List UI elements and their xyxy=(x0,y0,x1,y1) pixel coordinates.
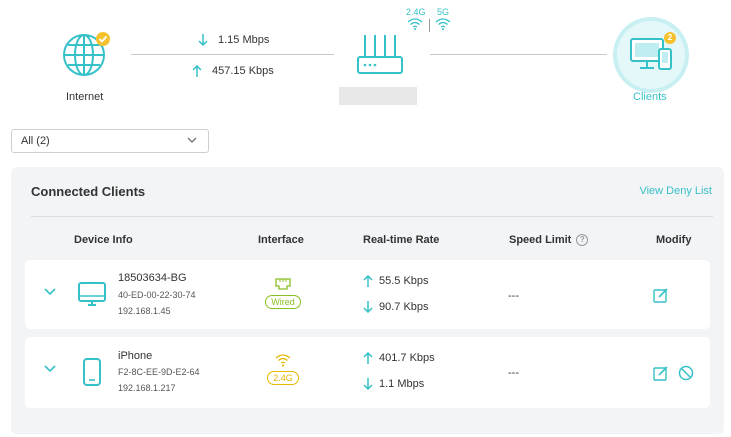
phone-icon xyxy=(83,358,101,386)
block-icon[interactable] xyxy=(678,365,694,381)
panel-title: Connected Clients xyxy=(31,184,146,199)
client-filter-value: All (2) xyxy=(21,135,50,147)
device-mac: 40-ED-00-22-30-74 xyxy=(118,290,196,300)
download-rate: 1.1 Mbps xyxy=(363,378,424,390)
internet-label: Internet xyxy=(66,91,104,103)
client-row: iPhone F2-8C-EE-9D-E2-64 192.168.1.217 2… xyxy=(25,337,710,408)
chevron-down-icon[interactable] xyxy=(44,365,56,373)
wifi-24-icon xyxy=(407,18,423,30)
header-speed-limit-label: Speed Limit xyxy=(509,234,572,246)
client-filter-select[interactable]: All (2) xyxy=(11,129,209,153)
router-icon xyxy=(357,35,403,74)
ethernet-icon xyxy=(275,278,291,290)
globe-icon xyxy=(63,32,110,76)
wan-line xyxy=(131,54,334,55)
upload-rate: 55.5 Kbps xyxy=(363,275,429,287)
upload-rate: 401.7 Kbps xyxy=(363,352,435,364)
download-rate: 1.15 Mbps xyxy=(198,34,269,46)
chevron-down-icon[interactable] xyxy=(44,288,56,296)
interface-wired: Wired xyxy=(265,277,301,309)
download-rate-value: 90.7 Kbps xyxy=(379,301,429,313)
wifi-icon xyxy=(275,354,291,367)
header-device-info: Device Info xyxy=(74,234,133,246)
lan-line xyxy=(430,54,607,55)
arrow-down-icon xyxy=(363,301,373,313)
router-name-redacted xyxy=(339,87,417,105)
download-rate-value: 1.1 Mbps xyxy=(379,378,425,390)
upload-rate-value: 401.7 Kbps xyxy=(379,352,435,364)
edit-icon[interactable] xyxy=(653,365,669,381)
header-interface: Interface xyxy=(258,234,304,246)
speed-limit-value: --- xyxy=(508,367,519,379)
router-node[interactable] xyxy=(355,33,405,77)
upload-rate-value: 457.15 Kbps xyxy=(212,65,274,77)
download-rate-value: 1.15 Mbps xyxy=(218,34,270,46)
view-deny-list-link[interactable]: View Deny List xyxy=(639,185,712,197)
speed-limit-value: --- xyxy=(508,290,519,302)
monitor-icon xyxy=(78,282,106,306)
header-rate: Real-time Rate xyxy=(363,234,440,246)
edit-icon[interactable] xyxy=(653,287,669,303)
header-modify: Modify xyxy=(656,234,692,246)
interface-badge: 2.4G xyxy=(267,371,299,385)
device-ip: 192.168.1.45 xyxy=(118,306,171,316)
arrow-down-icon xyxy=(363,378,373,390)
interface-24g: 2.4G xyxy=(265,354,301,385)
band-divider xyxy=(429,19,430,32)
arrow-up-icon xyxy=(363,352,373,364)
clients-label: Clients xyxy=(633,91,667,103)
upload-rate: 457.15 Kbps xyxy=(192,65,274,77)
arrow-down-icon xyxy=(198,34,208,46)
wifi-5-icon xyxy=(435,18,451,30)
interface-badge: Wired xyxy=(265,295,301,309)
clients-count-badge: 2 xyxy=(664,32,676,44)
download-rate: 90.7 Kbps xyxy=(363,301,429,313)
device-name: 18503634-BG xyxy=(118,272,187,284)
upload-rate-value: 55.5 Kbps xyxy=(379,275,429,287)
arrow-up-icon xyxy=(363,275,373,287)
device-mac: F2-8C-EE-9D-E2-64 xyxy=(118,367,200,377)
arrow-up-icon xyxy=(192,65,202,77)
device-ip: 192.168.1.217 xyxy=(118,383,176,393)
clients-node[interactable] xyxy=(617,21,685,89)
panel-divider xyxy=(31,216,713,217)
client-row: 18503634-BG 40-ED-00-22-30-74 192.168.1.… xyxy=(25,260,710,329)
band-5-label: 5G xyxy=(437,7,450,17)
chevron-down-icon xyxy=(187,137,197,143)
help-icon[interactable]: ? xyxy=(576,234,589,246)
band-24-label: 2.4G xyxy=(406,7,426,17)
device-name: iPhone xyxy=(118,350,153,362)
connected-clients-panel: Connected Clients View Deny List Device … xyxy=(11,167,724,434)
header-speed-limit: Speed Limit ? xyxy=(509,234,589,246)
internet-node[interactable] xyxy=(60,29,112,81)
network-topology: Internet 1.15 Mbps 457.15 Kbps 2.4G 5G 2… xyxy=(0,0,731,118)
